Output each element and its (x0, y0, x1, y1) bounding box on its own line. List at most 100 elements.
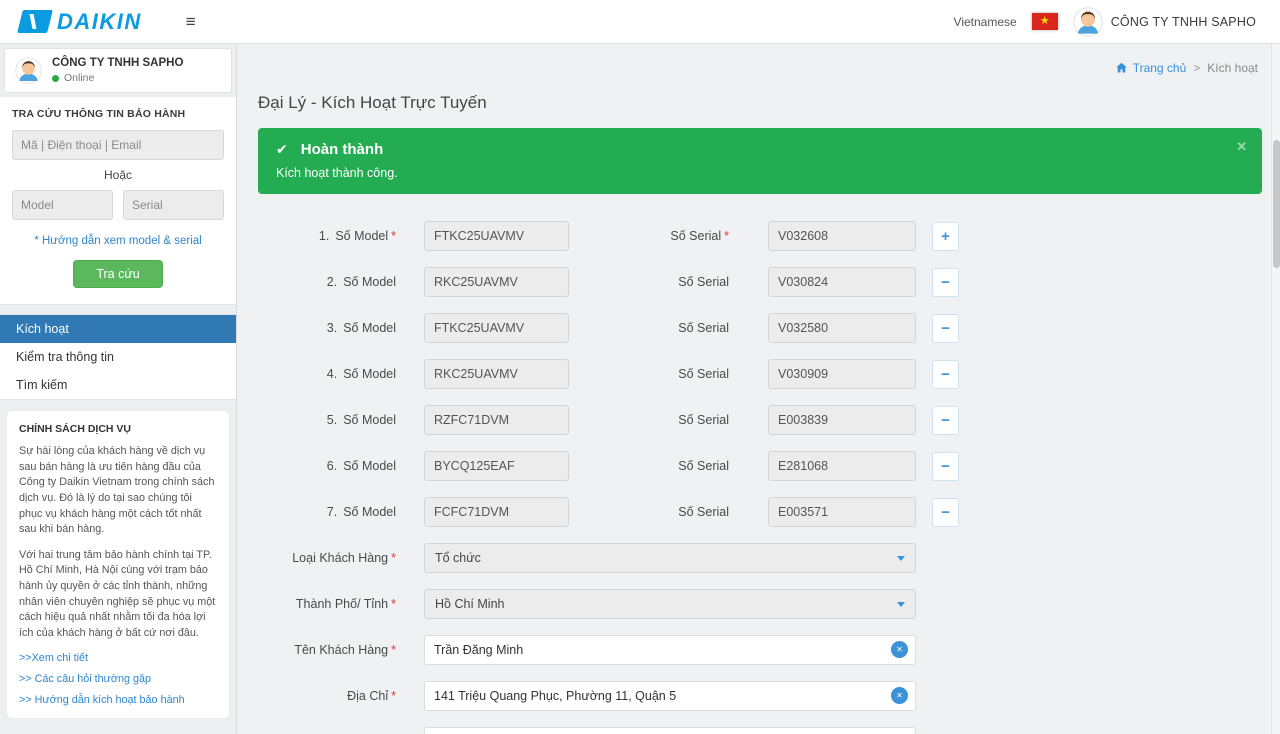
account-name: CÔNG TY TNHH SAPHO (1111, 15, 1256, 29)
breadcrumb-home-link[interactable]: Trang chủ (1115, 61, 1187, 75)
address-input[interactable] (424, 681, 916, 711)
profile-card: CÔNG TY TNHH SAPHO Online (4, 48, 232, 93)
avatar (1073, 7, 1103, 37)
daikin-logo[interactable]: DAIKIN (20, 9, 142, 35)
breadcrumb-current: Kích hoạt (1207, 61, 1258, 75)
minus-icon: − (941, 366, 950, 383)
minus-icon: − (941, 274, 950, 291)
customer-type-select[interactable]: Tổ chức (424, 543, 916, 573)
plus-icon: + (941, 228, 950, 245)
sidebar: CÔNG TY TNHH SAPHO Online TRA CỨU THÔNG … (0, 44, 237, 734)
remove-row-button[interactable]: − (932, 268, 959, 297)
clear-icon[interactable]: ✕ (891, 641, 908, 658)
serial-lookup-input[interactable] (123, 190, 224, 220)
model-input[interactable] (424, 313, 569, 343)
model-serial-guide-link[interactable]: * Hướng dẫn xem model & serial (12, 235, 224, 247)
model-label: 1.Số Model* (258, 229, 396, 243)
serial-label: Số Serial (569, 367, 729, 381)
city-select[interactable]: Hồ Chí Minh (424, 589, 916, 619)
page-title: Đại Lý - Kích Hoạt Trực Tuyến (258, 93, 1280, 113)
model-serial-row: 4.Số Model Số Serial − (258, 359, 1280, 389)
city-row: Thành Phố/ Tỉnh* Hồ Chí Minh (258, 589, 1280, 619)
breadcrumb: Trang chủ > Kích hoạt (1115, 61, 1258, 75)
account-menu[interactable]: CÔNG TY TNHH SAPHO (1073, 7, 1256, 37)
model-input[interactable] (424, 451, 569, 481)
sidebar-item-tim-kiem[interactable]: Tìm kiếm (0, 371, 236, 399)
customer-name-input[interactable] (424, 635, 916, 665)
lookup-search-input[interactable] (12, 130, 224, 160)
sidebar-item-kiem-tra-thong-tin[interactable]: Kiểm tra thông tin (0, 343, 236, 371)
activation-form: 1.Số Model* Số Serial* + 2.Số Model Số S… (258, 221, 1280, 734)
alert-title: Hoàn thành (301, 141, 384, 158)
serial-label: Số Serial (569, 275, 729, 289)
model-serial-row: 1.Số Model* Số Serial* + (258, 221, 1280, 251)
model-serial-row: 3.Số Model Số Serial − (258, 313, 1280, 343)
model-input[interactable] (424, 405, 569, 435)
city-value: Hồ Chí Minh (435, 597, 504, 611)
model-serial-row: 6.Số Model Số Serial − (258, 451, 1280, 481)
policy-activation-guide-link[interactable]: >> Hướng dẫn kích hoạt bảo hành (19, 694, 217, 706)
serial-input[interactable] (768, 359, 916, 389)
customer-name-label: Tên Khách Hàng* (258, 643, 396, 657)
profile-name: CÔNG TY TNHH SAPHO (52, 57, 183, 69)
minus-icon: − (941, 504, 950, 521)
add-row-button[interactable]: + (932, 222, 959, 251)
top-header: DAIKIN ≡ Vietnamese ★ CÔNG TY TNHH SAPHO (0, 0, 1280, 44)
customer-name-row: Tên Khách Hàng* ✕ (258, 635, 1280, 665)
vertical-scrollbar[interactable] (1271, 44, 1280, 734)
sidebar-menu: Kích hoạt Kiểm tra thông tin Tìm kiếm (0, 314, 236, 400)
model-input[interactable] (424, 359, 569, 389)
model-label: 7.Số Model (258, 505, 396, 519)
chevron-down-icon (897, 602, 905, 607)
required-asterisk: * (391, 551, 396, 565)
check-icon: ✔ (276, 141, 288, 158)
sidebar-item-kich-hoat[interactable]: Kích hoạt (0, 315, 236, 343)
model-serial-row: 7.Số Model Số Serial − (258, 497, 1280, 527)
hamburger-menu-icon[interactable]: ≡ (186, 12, 196, 32)
model-serial-row: 2.Số Model Số Serial − (258, 267, 1280, 297)
minus-icon: − (941, 320, 950, 337)
serial-input[interactable] (768, 221, 916, 251)
lookup-title: TRA CỨU THÔNG TIN BẢO HÀNH (12, 108, 224, 120)
model-input[interactable] (424, 267, 569, 297)
remove-row-button[interactable]: − (932, 498, 959, 527)
serial-input[interactable] (768, 405, 916, 435)
serial-label: Số Serial* (569, 229, 729, 243)
policy-paragraph: Sự hài lòng của khách hàng về dịch vụ sa… (19, 444, 217, 538)
alert-title-row: ✔ Hoàn thành (276, 141, 1244, 158)
city-label: Thành Phố/ Tỉnh* (258, 597, 396, 611)
model-input[interactable] (424, 221, 569, 251)
required-asterisk: * (724, 229, 729, 243)
model-lookup-input[interactable] (12, 190, 113, 220)
serial-input[interactable] (768, 497, 916, 527)
serial-input[interactable] (768, 451, 916, 481)
language-label[interactable]: Vietnamese (954, 15, 1017, 29)
alert-message: Kích hoạt thành công. (276, 166, 1244, 180)
partial-input[interactable] (424, 727, 916, 734)
remove-row-button[interactable]: − (932, 314, 959, 343)
model-label: 2.Số Model (258, 275, 396, 289)
serial-input[interactable] (768, 313, 916, 343)
avatar (15, 57, 42, 84)
daikin-logo-icon (17, 10, 53, 33)
lookup-search-button[interactable]: Tra cứu (73, 260, 162, 288)
or-label: Hoặc (12, 168, 224, 182)
remove-row-button[interactable]: − (932, 452, 959, 481)
required-asterisk: * (391, 597, 396, 611)
address-row: Địa Chỉ* ✕ (258, 681, 1280, 711)
customer-type-label: Loại Khách Hàng* (258, 551, 396, 565)
policy-detail-link[interactable]: >>Xem chi tiết (19, 652, 217, 664)
customer-type-value: Tổ chức (435, 551, 481, 565)
remove-row-button[interactable]: − (932, 406, 959, 435)
daikin-logo-text: DAIKIN (57, 9, 142, 35)
clear-icon[interactable]: ✕ (891, 687, 908, 704)
scrollbar-thumb[interactable] (1273, 140, 1280, 268)
serial-label: Số Serial (569, 413, 729, 427)
remove-row-button[interactable]: − (932, 360, 959, 389)
main-content: Trang chủ > Kích hoạt Đại Lý - Kích Hoạt… (237, 44, 1280, 734)
vietnam-flag-icon[interactable]: ★ (1032, 13, 1058, 30)
policy-faq-link[interactable]: >> Các câu hỏi thường gặp (19, 673, 217, 685)
model-input[interactable] (424, 497, 569, 527)
serial-input[interactable] (768, 267, 916, 297)
close-icon[interactable]: ✕ (1236, 139, 1247, 155)
